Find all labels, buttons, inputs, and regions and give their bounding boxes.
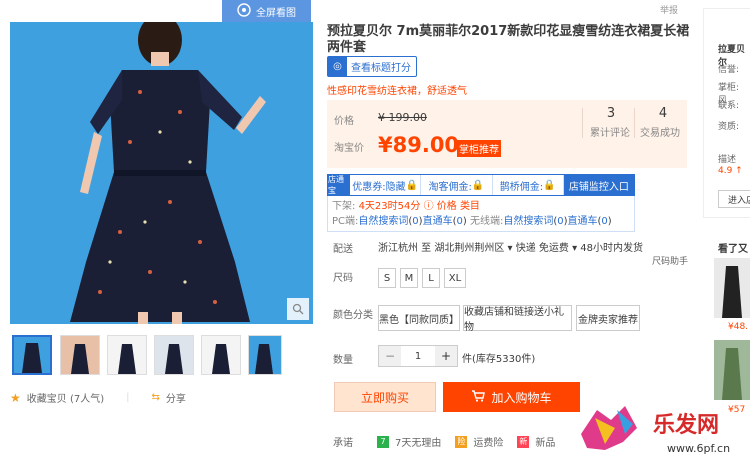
share-icon: ⇆ bbox=[151, 392, 160, 403]
also-viewed-price-1: ¥48. bbox=[728, 322, 749, 332]
deals-count: 4 bbox=[658, 106, 668, 121]
stock-info: 件(库存5330件) bbox=[462, 354, 536, 365]
favorite-share-row: ★ 收藏宝贝 (7人气) | ⇆ 分享 bbox=[10, 390, 186, 406]
tab-taoke-commission[interactable]: 淘客佣金: 🔒 bbox=[421, 175, 493, 195]
reviews-count[interactable]: 3 bbox=[596, 106, 626, 121]
favorite-link[interactable]: 收藏宝贝 (7人气) bbox=[27, 390, 104, 405]
pc-direct-count: 0 bbox=[456, 216, 463, 227]
wireless-label: 无线端: bbox=[469, 216, 504, 227]
size-option-s[interactable]: S bbox=[378, 268, 396, 288]
coupon-info-panel: 下架: 4天23时54分 ⓘ 价格 类目 PC端:自然搜索词(0)直通车(0) … bbox=[327, 196, 635, 232]
color-option-black[interactable]: 黑色【同款同质】 bbox=[378, 305, 460, 331]
reviews-label[interactable]: 累计评论 bbox=[590, 124, 630, 139]
quantity-decrease-button[interactable]: − bbox=[379, 346, 401, 366]
promise-7day[interactable]: 7天无理由 bbox=[395, 434, 441, 449]
shipping-info[interactable]: 浙江杭州 至 湖北荆州荆州区 ▾ 快递 免运费 ▾ 48小时内发货 bbox=[378, 239, 643, 254]
report-link[interactable]: 举报 bbox=[660, 3, 678, 16]
shop-info-panel bbox=[703, 8, 750, 218]
taobao-price-label: 淘宝价 bbox=[334, 143, 364, 154]
quantity-input[interactable]: 1 bbox=[401, 351, 435, 362]
coupon-tool-bar: 店通宝 优惠券:隐藏 🔒 淘客佣金: 🔒 鹊桥佣金: 🔒 店铺监控入口 bbox=[327, 174, 635, 196]
thumbnail-3[interactable] bbox=[107, 335, 147, 375]
fullscreen-label: 全屏看图 bbox=[256, 7, 296, 19]
cart-icon bbox=[471, 389, 486, 405]
star-icon: ★ bbox=[10, 390, 21, 405]
taobao-price: ¥89.00 bbox=[378, 133, 460, 157]
check-title-label: 查看标题打分 bbox=[351, 63, 411, 74]
color-option-gold-seller[interactable]: 金牌卖家推荐 bbox=[576, 305, 640, 331]
size-label: 尺码 bbox=[333, 273, 353, 284]
shipping-insurance-icon: 险 bbox=[455, 435, 468, 448]
color-label: 颜色分类 bbox=[333, 310, 373, 321]
check-title-score-button[interactable]: ◎ 查看标题打分 bbox=[327, 56, 417, 77]
divider: | bbox=[126, 392, 130, 403]
also-viewed-item-1[interactable] bbox=[714, 258, 750, 318]
qualification-label: 资质: bbox=[718, 122, 740, 132]
squirrel-icon bbox=[237, 2, 251, 20]
help-icon[interactable]: ⓘ bbox=[424, 201, 434, 212]
description-score: 4.9 ↑ bbox=[718, 166, 743, 176]
share-link[interactable]: 分享 bbox=[166, 390, 186, 405]
promise-new[interactable]: 新品 bbox=[535, 434, 555, 449]
tab-queqiao-commission[interactable]: 鹊桥佣金: 🔒 bbox=[493, 175, 564, 195]
pc-direct-link[interactable]: 直通车 bbox=[423, 216, 453, 227]
product-title: 预拉夏贝尔 7m莫丽菲尔2017新款印花显瘦雪纺连衣裙夏长裙两件套 bbox=[327, 24, 690, 55]
divider bbox=[634, 108, 635, 138]
quantity-stepper: − 1 + bbox=[378, 345, 458, 367]
wireless-direct-count: 0 bbox=[601, 216, 608, 227]
squirrel-icon: ◎ bbox=[328, 57, 347, 76]
also-viewed-item-2[interactable] bbox=[714, 340, 750, 400]
enter-shop-button[interactable]: 进入店 bbox=[718, 190, 750, 208]
thumbnail-1[interactable] bbox=[12, 335, 52, 375]
contact-label: 联系: bbox=[718, 101, 740, 111]
site-watermark: 乐发网 www.6pf.cn bbox=[575, 398, 750, 464]
size-helper-link[interactable]: 尺码助手 bbox=[652, 254, 688, 267]
quantity-label: 数量 bbox=[333, 355, 353, 366]
delist-label: 下架: bbox=[332, 201, 356, 212]
promise-label: 承诺 bbox=[333, 438, 353, 449]
recommend-badge: 掌柜推荐 bbox=[457, 140, 501, 157]
delist-time: 4天23时54分 bbox=[358, 201, 421, 212]
wireless-search-count: 0 bbox=[557, 216, 564, 227]
fullscreen-view-button[interactable]: 全屏看图 bbox=[222, 0, 311, 22]
size-option-xl[interactable]: XL bbox=[444, 268, 466, 288]
size-option-m[interactable]: M bbox=[400, 268, 418, 288]
seven-day-icon: 7 bbox=[377, 435, 389, 448]
original-price-label: 价格 bbox=[334, 116, 354, 127]
watermark-url: www.6pf.cn bbox=[667, 442, 730, 455]
thumbnail-6[interactable] bbox=[248, 335, 282, 375]
watermark-text: 乐发网 bbox=[653, 412, 719, 438]
price-link[interactable]: 价格 bbox=[437, 201, 457, 212]
pc-label: PC端: bbox=[332, 216, 359, 227]
color-option-gift[interactable]: 收藏店铺和链接送小礼物 bbox=[463, 305, 572, 333]
product-subtitle: 性感印花雪纺连衣裙，舒适透气 bbox=[327, 86, 467, 97]
tool-logo: 店通宝 bbox=[328, 175, 350, 195]
quantity-increase-button[interactable]: + bbox=[435, 346, 457, 366]
buy-now-button[interactable]: 立即购买 bbox=[334, 382, 436, 412]
shipping-label: 配送 bbox=[333, 244, 353, 255]
wireless-search-link[interactable]: 自然搜索词 bbox=[503, 216, 553, 227]
thumbnail-2[interactable] bbox=[60, 335, 100, 375]
pc-search-link[interactable]: 自然搜索词 bbox=[358, 216, 408, 227]
divider bbox=[582, 108, 583, 138]
add-to-cart-label: 加入购物车 bbox=[491, 390, 552, 405]
new-product-icon: 新 bbox=[517, 435, 530, 448]
add-to-cart-button[interactable]: 加入购物车 bbox=[443, 382, 580, 412]
zoom-icon[interactable] bbox=[287, 298, 309, 320]
main-product-image[interactable] bbox=[10, 22, 313, 324]
description-label: 描述 bbox=[718, 155, 737, 165]
deals-label: 交易成功 bbox=[640, 128, 680, 139]
wireless-direct-link[interactable]: 直通车 bbox=[568, 216, 598, 227]
pc-search-count: 0 bbox=[412, 216, 419, 227]
credit-label: 信誉: bbox=[718, 65, 740, 75]
thumbnail-4[interactable] bbox=[154, 335, 194, 375]
promise-row: 承诺 7 7天无理由 险 运费险 新 新品 bbox=[333, 434, 555, 449]
thumbnail-5[interactable] bbox=[201, 335, 241, 375]
original-price: ¥ 199.00 bbox=[378, 111, 427, 124]
tab-shop-monitor[interactable]: 店铺监控入口 bbox=[563, 175, 634, 195]
promise-shipping-insurance[interactable]: 运费险 bbox=[473, 434, 503, 449]
category-link[interactable]: 类目 bbox=[460, 201, 480, 212]
tab-coupon[interactable]: 优惠券:隐藏 🔒 bbox=[350, 175, 422, 195]
size-option-l[interactable]: L bbox=[422, 268, 440, 288]
